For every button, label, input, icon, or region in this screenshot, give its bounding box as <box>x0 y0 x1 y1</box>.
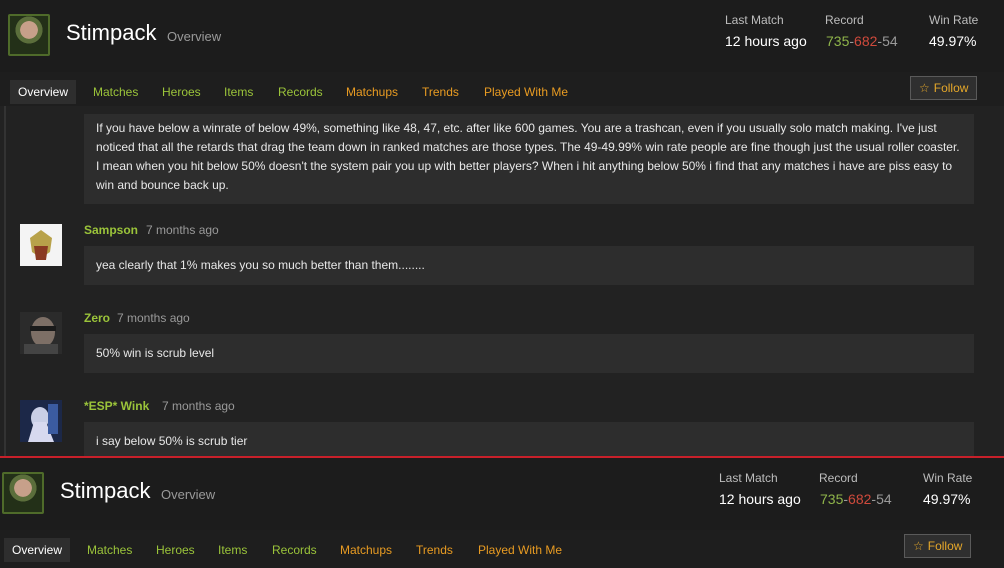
commenter-avatar <box>20 224 62 266</box>
anime-avatar-icon <box>20 400 62 442</box>
star-outline-icon: ☆ <box>919 81 930 95</box>
comment-time: 7 months ago <box>162 399 235 413</box>
last-match-label: Last Match <box>725 13 784 27</box>
record-losses: 682 <box>854 33 878 49</box>
comment-author[interactable]: *ESP* Wink <box>84 399 149 413</box>
tab-overview[interactable]: Overview <box>4 538 71 562</box>
tab-trends[interactable]: Trends <box>422 80 459 104</box>
record-losses: 682 <box>848 491 872 507</box>
last-match-value: 12 hours ago <box>719 491 801 507</box>
comment-time: 7 months ago <box>146 223 219 237</box>
tab-matches[interactable]: Matches <box>87 538 132 562</box>
comment-text: If you have below a winrate of below 49%… <box>84 114 974 204</box>
page-snapshot-top: Stimpack Overview Last Match 12 hours ag… <box>0 0 1004 461</box>
goblin-avatar-icon <box>20 224 62 266</box>
tab-items[interactable]: Items <box>224 80 253 104</box>
record-wins: 735 <box>820 491 844 507</box>
tab-matches[interactable]: Matches <box>93 80 138 104</box>
tab-records[interactable]: Records <box>272 538 317 562</box>
profile-section: Overview <box>161 487 216 502</box>
record-value: 735-682-54 <box>820 491 892 507</box>
profile-header: Stimpack Overview Last Match 12 hours ag… <box>0 0 1004 72</box>
comment-author[interactable]: Sampson <box>84 223 138 237</box>
comment-time: 7 months ago <box>117 311 190 325</box>
win-rate-value: 49.97% <box>929 33 977 49</box>
comment-text: 50% win is scrub level <box>84 334 974 373</box>
record-label: Record <box>825 13 864 27</box>
tab-played-with-me[interactable]: Played With Me <box>478 538 562 562</box>
tab-overview[interactable]: Overview <box>10 80 77 104</box>
hero-avatar <box>2 472 44 514</box>
record-abandons: 54 <box>876 491 892 507</box>
record-wins: 735 <box>826 33 850 49</box>
page-snapshot-bottom: Stimpack Overview Last Match 12 hours ag… <box>0 458 1004 568</box>
tab-played-with-me[interactable]: Played With Me <box>484 80 568 104</box>
record-label: Record <box>819 471 858 485</box>
win-rate-label: Win Rate <box>923 471 973 485</box>
star-outline-icon: ☆ <box>913 539 924 553</box>
commenter-avatar <box>20 312 62 354</box>
follow-label: Follow <box>933 81 969 95</box>
last-match-label: Last Match <box>719 471 778 485</box>
record-value: 735-682-54 <box>826 33 898 49</box>
win-rate-label: Win Rate <box>929 13 979 27</box>
comment-list-border <box>4 106 6 458</box>
follow-label: Follow <box>927 539 963 553</box>
hero-avatar <box>8 14 50 56</box>
comment-text: yea clearly that 1% makes you so much be… <box>84 246 974 285</box>
tab-matchups[interactable]: Matchups <box>346 80 398 104</box>
profile-nav: Overview Matches Heroes Items Records Ma… <box>0 76 1004 106</box>
follow-button[interactable]: ☆ Follow <box>904 534 972 558</box>
tab-trends[interactable]: Trends <box>416 538 453 562</box>
record-abandons: 54 <box>882 33 898 49</box>
commenter-avatar <box>20 400 62 442</box>
tab-heroes[interactable]: Heroes <box>156 538 195 562</box>
win-rate-value: 49.97% <box>923 491 971 507</box>
tab-matchups[interactable]: Matchups <box>340 538 392 562</box>
profile-nav: Overview Matches Heroes Items Records Ma… <box>0 534 1004 564</box>
last-match-value: 12 hours ago <box>725 33 807 49</box>
profile-section: Overview <box>167 29 222 44</box>
tab-records[interactable]: Records <box>278 80 323 104</box>
profile-header: Stimpack Overview Last Match 12 hours ag… <box>0 458 1004 530</box>
tab-items[interactable]: Items <box>218 538 247 562</box>
profile-name: Stimpack <box>66 20 157 45</box>
soldier-avatar-icon <box>20 312 62 354</box>
follow-button[interactable]: ☆ Follow <box>910 76 978 100</box>
tab-heroes[interactable]: Heroes <box>162 80 201 104</box>
profile-name: Stimpack <box>60 478 151 503</box>
comment-author[interactable]: Zero <box>84 311 110 325</box>
